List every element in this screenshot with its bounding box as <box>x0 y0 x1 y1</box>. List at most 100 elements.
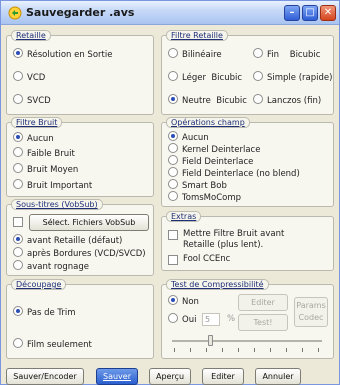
field-option-tomsmocomp[interactable]: TomsMoComp <box>168 191 241 203</box>
window-title: Sauvegarder .avs <box>26 6 135 19</box>
compressibility-test-button[interactable]: Test! <box>238 314 288 331</box>
radio-icon <box>13 260 23 270</box>
noise-before-resize-label-2: Retaille (plus lent). <box>183 240 264 250</box>
codec-params-button[interactable]: Params Codec <box>294 297 328 327</box>
radio-icon <box>13 132 23 142</box>
subtitle-option-before-crop[interactable]: avant rognage <box>13 260 89 272</box>
slider-tick <box>222 348 223 352</box>
noise-filter-group: Filtre Bruit Aucun Faible Bruit Bruit Mo… <box>6 117 154 197</box>
field-ops-group: Opérations champ Aucun Kernel Deinterlac… <box>161 117 334 207</box>
close-button[interactable]: ✕ <box>320 5 336 21</box>
app-icon <box>8 6 22 20</box>
compressibility-option-no[interactable]: Non <box>168 295 199 307</box>
maximize-button[interactable]: □ <box>302 5 318 21</box>
radio-icon <box>13 338 23 348</box>
cutting-option-no-trim[interactable]: Pas de Trim <box>13 306 76 318</box>
resize-group: Retaille Résolution en Sortie VCD SVCD <box>6 30 154 115</box>
select-vobsub-button[interactable]: Sélect. Fichiers VobSub <box>29 214 149 231</box>
filter-option-simple-fast[interactable]: Simple (rapide) <box>253 71 332 83</box>
compressibility-edit-button[interactable]: Editer <box>238 294 288 311</box>
noise-option-low[interactable]: Faible Bruit <box>13 147 75 159</box>
subtitles-group: Sous-titres (VobSub) Sélect. Fichiers Vo… <box>6 199 154 276</box>
extras-group-title: Extras <box>166 211 202 222</box>
radio-icon <box>13 147 23 157</box>
filter-option-bilinear[interactable]: Bilinéaire <box>168 48 222 60</box>
radio-icon <box>168 94 178 104</box>
resize-option-output[interactable]: Résolution en Sortie <box>13 48 112 60</box>
compressibility-percent-input[interactable]: 5 <box>202 313 220 326</box>
cutting-group-title: Découpage <box>11 279 67 290</box>
filter-option-neutral-bicubic[interactable]: Neutre Bicubic <box>168 94 247 106</box>
minimize-button[interactable]: – <box>284 5 300 21</box>
radio-icon <box>13 48 23 58</box>
compressibility-slider-track <box>172 340 322 342</box>
cancel-button[interactable]: Annuler <box>255 368 301 385</box>
noise-option-high[interactable]: Bruit Important <box>13 179 92 191</box>
resize-option-vcd[interactable]: VCD <box>13 71 45 83</box>
fool-ccenc-checkbox[interactable] <box>168 255 178 265</box>
compressibility-slider-thumb[interactable] <box>208 335 213 346</box>
radio-icon <box>13 306 23 316</box>
radio-icon <box>168 167 178 177</box>
slider-tick <box>286 348 287 352</box>
noise-before-resize-checkbox[interactable] <box>168 230 178 240</box>
slider-tick <box>254 348 255 352</box>
preview-button[interactable]: Aperçu <box>149 368 191 385</box>
slider-tick <box>238 348 239 352</box>
subtitle-option-after-borders[interactable]: après Bordures (VCD/SVCD) <box>13 247 146 259</box>
radio-icon <box>168 71 178 81</box>
radio-icon <box>13 247 23 257</box>
radio-icon <box>253 71 263 81</box>
edit-button[interactable]: Editer <box>202 368 244 385</box>
noise-option-none[interactable]: Aucun <box>13 132 54 144</box>
radio-icon <box>253 48 263 58</box>
radio-icon <box>13 234 23 244</box>
radio-icon <box>13 71 23 81</box>
noise-option-medium[interactable]: Bruit Moyen <box>13 163 78 175</box>
resize-filter-group-title: Filtre Retaille <box>166 30 228 41</box>
radio-icon <box>168 191 178 201</box>
radio-icon <box>168 179 178 189</box>
title-bar[interactable]: Sauvegarder .avs – □ ✕ <box>1 1 339 25</box>
field-option-kernel[interactable]: Kernel Deinterlace <box>168 143 260 155</box>
subtitles-group-title: Sous-titres (VobSub) <box>11 199 103 210</box>
compressibility-group-title: Test de Compressibilité <box>166 279 269 290</box>
filter-option-lanczos[interactable]: Lanczos (fin) <box>253 94 321 106</box>
slider-tick <box>318 348 319 352</box>
field-option-smart-bob[interactable]: Smart Bob <box>168 179 227 191</box>
radio-icon <box>168 295 178 305</box>
extras-group: Extras Mettre Filtre Bruit avant Retaill… <box>161 211 334 271</box>
slider-tick <box>190 348 191 352</box>
radio-icon <box>168 131 178 141</box>
radio-icon <box>13 94 23 104</box>
slider-tick <box>270 348 271 352</box>
save-encode-button[interactable]: Sauver/Encoder <box>6 368 84 385</box>
save-button[interactable]: Sauver <box>96 368 138 385</box>
radio-icon <box>168 155 178 165</box>
field-option-field-deinterlace[interactable]: Field Deinterlace <box>168 155 253 167</box>
percent-label: % <box>227 314 236 324</box>
field-option-none[interactable]: Aucun <box>168 131 209 143</box>
radio-icon <box>253 94 263 104</box>
radio-icon <box>13 179 23 189</box>
radio-icon <box>168 143 178 153</box>
compressibility-option-yes[interactable]: Oui <box>168 313 196 325</box>
resize-option-svcd[interactable]: SVCD <box>13 94 51 106</box>
radio-icon <box>13 163 23 173</box>
field-option-no-blend[interactable]: Field Deinterlace (no blend) <box>168 167 300 179</box>
compressibility-group: Test de Compressibilité Non Oui 5 % Edit… <box>161 279 334 359</box>
slider-tick <box>302 348 303 352</box>
cutting-group: Découpage Pas de Trim Film seulement <box>6 279 154 359</box>
filter-option-fine-bicubic[interactable]: Fin Bicubic <box>253 48 320 60</box>
resize-group-title: Retaille <box>11 30 51 41</box>
noise-before-resize-label-1: Mettre Filtre Bruit avant <box>183 229 285 239</box>
save-avs-dialog: Sauvegarder .avs – □ ✕ Retaille Résoluti… <box>0 0 340 385</box>
cutting-option-film-only[interactable]: Film seulement <box>13 338 92 350</box>
resize-filter-group: Filtre Retaille Bilinéaire Fin Bicubic L… <box>161 30 334 115</box>
subtitles-enable-checkbox[interactable] <box>13 217 23 227</box>
radio-icon <box>168 313 178 323</box>
filter-option-light-bicubic[interactable]: Léger Bicubic <box>168 71 242 83</box>
field-ops-group-title: Opérations champ <box>166 117 250 128</box>
noise-filter-group-title: Filtre Bruit <box>11 117 63 128</box>
subtitle-option-before-resize[interactable]: avant Retaille (défaut) <box>13 234 122 246</box>
